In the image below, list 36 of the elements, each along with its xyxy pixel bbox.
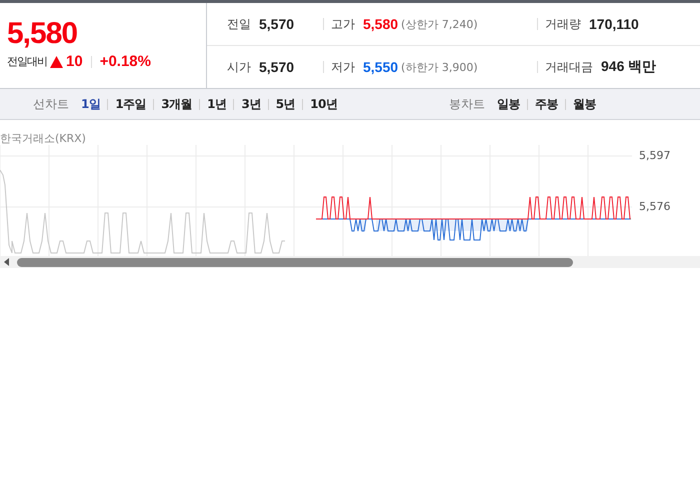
y-axis-label: 5,576	[639, 200, 672, 214]
stat-value: 170,110	[589, 16, 639, 32]
candle-tab[interactable]: 주봉	[535, 96, 558, 112]
candle-tab[interactable]: 일봉	[497, 96, 520, 112]
period-tab[interactable]: 10년	[310, 96, 338, 112]
exchange-label: 한국거래소(KRX)	[0, 131, 87, 145]
stat-label: 거래량	[545, 16, 581, 32]
candle-chart-label: 봉차트	[449, 96, 485, 112]
candle-tab[interactable]: 월봉	[573, 96, 596, 112]
stat-value: 946 백만	[601, 58, 656, 76]
period-tab[interactable]: 5년	[276, 96, 296, 112]
price-limit-note: (상한가 7,240)	[401, 16, 478, 32]
period-tab[interactable]: 1주일	[115, 96, 146, 112]
y-axis-label: 5,597	[639, 149, 672, 163]
stat-value: 5,580	[363, 16, 398, 32]
stat-label: 시가	[227, 58, 251, 76]
horizontal-scrollbar[interactable]	[0, 256, 700, 268]
scroll-left-icon[interactable]	[4, 258, 9, 266]
stat-label: 거래대금	[545, 58, 593, 76]
stat-value: 5,550	[363, 59, 398, 75]
current-price: 5,580	[7, 17, 78, 51]
change-label: 전일대비	[7, 54, 47, 69]
stat-label: 고가	[331, 16, 355, 32]
period-tab[interactable]: 1년	[207, 96, 226, 112]
period-tab[interactable]: 1일	[81, 96, 100, 112]
scrollbar-thumb[interactable]	[17, 258, 573, 266]
stat-value: 5,570	[259, 59, 294, 75]
stat-value: 5,570	[259, 16, 294, 32]
price-limit-note: (하한가 3,900)	[401, 60, 478, 74]
stat-label: 전일	[227, 16, 251, 32]
change-rate: +0.18%	[100, 53, 151, 70]
line-chart-label: 선차트	[33, 96, 69, 112]
period-tab[interactable]: 3개월	[161, 96, 192, 112]
stat-label: 저가	[331, 58, 355, 76]
period-tab[interactable]: 3년	[241, 96, 261, 112]
change-amount: 10	[66, 53, 83, 70]
